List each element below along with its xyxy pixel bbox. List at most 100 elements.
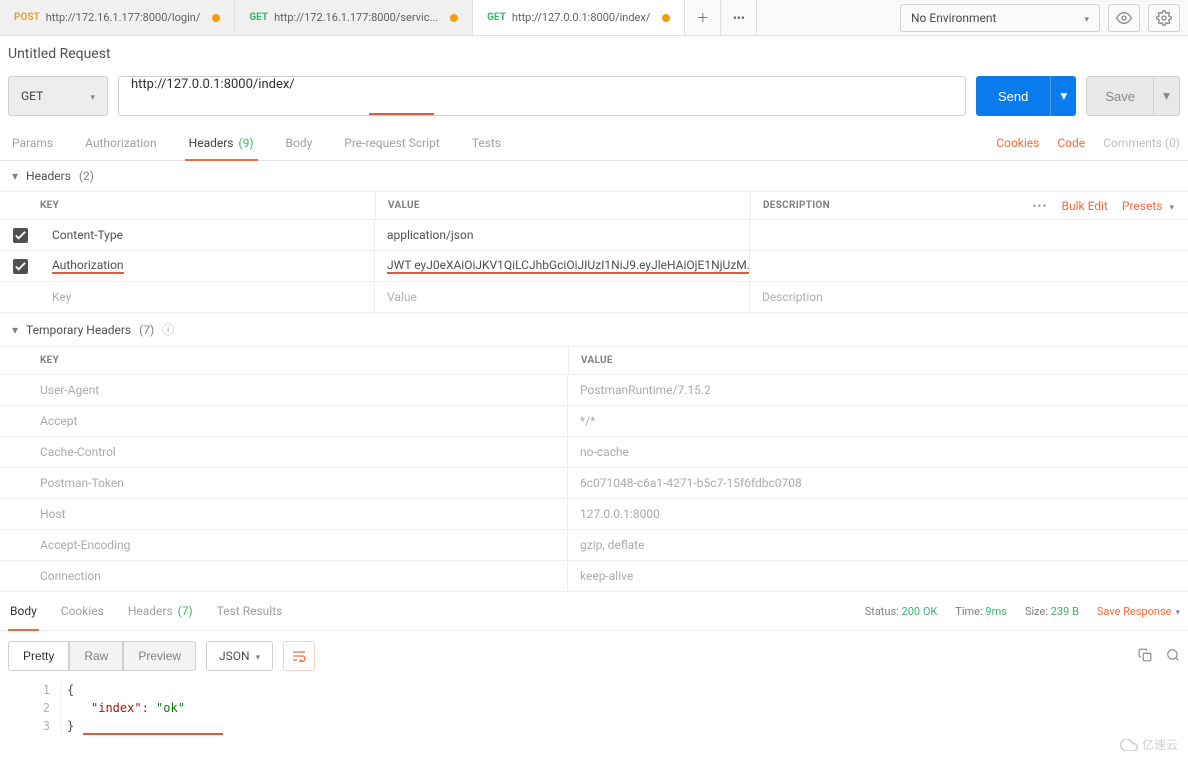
response-meta: Status: 200 OK Time: 9ms Size: 239 B Sav… — [865, 605, 1180, 618]
new-tab-button[interactable]: ＋ — [685, 0, 721, 36]
temp-value: no-cache — [568, 437, 1188, 467]
tab-tests[interactable]: Tests — [468, 126, 505, 160]
column-key: KEY — [0, 192, 375, 219]
tab-prerequest[interactable]: Pre-request Script — [340, 126, 443, 160]
comments-link[interactable]: Comments (0) — [1103, 136, 1180, 150]
mode-preview[interactable]: Preview — [123, 641, 196, 671]
request-tab-1[interactable]: GET http://172.16.1.177:8000/servic... — [235, 0, 473, 35]
request-tab-strip: POST http://172.16.1.177:8000/login/ GET… — [0, 0, 757, 35]
key-input[interactable]: Content-Type — [40, 220, 375, 250]
tab-overflow-button[interactable]: ••• — [721, 0, 757, 36]
url-input[interactable]: http://127.0.0.1:8000/index/ — [118, 76, 966, 116]
method-badge: GET — [487, 12, 506, 23]
save-response-link[interactable]: Save Response — [1097, 605, 1180, 618]
tab-params[interactable]: Params — [8, 126, 57, 160]
mode-pretty[interactable]: Pretty — [8, 641, 69, 671]
temp-header-row: Postman-Token 6c071048-c6a1-4271-b5c7-15… — [0, 468, 1188, 499]
send-dropdown[interactable]: ▾ — [1050, 76, 1076, 116]
unsaved-indicator — [212, 14, 220, 22]
resp-tab-headers[interactable]: Headers (7) — [126, 592, 195, 630]
unsaved-indicator — [450, 14, 458, 22]
row-checkbox[interactable] — [0, 259, 40, 274]
kv-blank-row[interactable]: Key Value Description — [0, 282, 1188, 313]
send-button[interactable]: Send — [976, 76, 1050, 116]
mode-raw[interactable]: Raw — [69, 641, 123, 671]
tab-label: Headers — [189, 136, 234, 150]
environment-quicklook-button[interactable] — [1108, 4, 1140, 32]
chevron-down-icon — [1084, 11, 1089, 25]
kv-row[interactable]: Authorization JWT eyJ0eXAiOiJKV1QiLCJhbG… — [0, 251, 1188, 282]
column-value: VALUE — [375, 192, 750, 219]
environment-select[interactable]: No Environment — [900, 4, 1100, 32]
code-area[interactable]: { "index": "ok" } — [60, 681, 1188, 735]
section-count: (7) — [139, 323, 154, 337]
tab-url: http://172.16.1.177:8000/login/ — [46, 11, 201, 24]
cookies-link[interactable]: Cookies — [996, 136, 1039, 150]
format-select[interactable]: JSON — [206, 641, 273, 671]
response-tools — [1138, 648, 1180, 665]
info-icon[interactable]: ⓘ — [162, 321, 174, 338]
wrap-icon — [291, 650, 307, 662]
chevron-down-icon — [90, 89, 95, 103]
wrap-lines-button[interactable] — [283, 641, 315, 671]
settings-button[interactable] — [1148, 4, 1180, 32]
resp-tab-cookies[interactable]: Cookies — [59, 592, 106, 630]
key-input[interactable]: Key — [40, 282, 375, 312]
request-title[interactable]: Untitled Request — [0, 36, 1188, 70]
request-tab-0[interactable]: POST http://172.16.1.177:8000/login/ — [0, 0, 235, 35]
tab-url: http://127.0.0.1:8000/index/ — [512, 11, 650, 24]
size-value: 239 B — [1051, 605, 1079, 618]
chevron-down-icon — [256, 649, 261, 663]
temp-headers-table-head: KEY VALUE — [0, 347, 1188, 375]
response-body[interactable]: 1 2 3 { "index": "ok" } — [0, 681, 1188, 735]
presets-link[interactable]: Presets — [1122, 199, 1174, 213]
temp-value: 6c071048-c6a1-4271-b5c7-15f6fdbc0708 — [568, 468, 1188, 498]
temp-value: 127.0.0.1:8000 — [568, 499, 1188, 529]
tab-body[interactable]: Body — [282, 126, 317, 160]
temp-key: Accept — [0, 406, 568, 436]
request-tab-2[interactable]: GET http://127.0.0.1:8000/index/ — [473, 0, 685, 35]
temp-header-row: Connection keep-alive — [0, 561, 1188, 592]
temp-header-row: Accept-Encoding gzip, deflate — [0, 530, 1188, 561]
headers-section-header: ▾ Headers (2) — [0, 161, 1188, 192]
copy-button[interactable] — [1138, 648, 1152, 665]
resp-tab-body[interactable]: Body — [8, 592, 39, 630]
method-select[interactable]: GET — [8, 76, 108, 116]
tab-count: (9) — [238, 136, 253, 150]
collapse-toggle[interactable]: ▾ — [12, 323, 18, 337]
collapse-toggle[interactable]: ▾ — [12, 169, 18, 183]
annotation-underline — [83, 733, 223, 735]
temp-key: Connection — [0, 561, 568, 591]
status-label: Status: — [865, 605, 899, 618]
time-label: Time: — [955, 605, 982, 618]
temp-header-row: Host 127.0.0.1:8000 — [0, 499, 1188, 530]
kv-head-actions: ••• Bulk Edit Presets — [1032, 199, 1188, 213]
value-input[interactable]: Value — [375, 282, 750, 312]
bulk-edit-link[interactable]: Bulk Edit — [1062, 199, 1108, 213]
spellcheck-underline — [369, 113, 434, 115]
environment-label: No Environment — [911, 11, 996, 25]
search-button[interactable] — [1166, 648, 1180, 665]
row-checkbox[interactable] — [0, 228, 40, 243]
temp-key: Accept-Encoding — [0, 530, 568, 560]
tab-authorization[interactable]: Authorization — [81, 126, 161, 160]
tab-headers[interactable]: Headers (9) — [185, 126, 258, 160]
kv-row[interactable]: Content-Type application/json — [0, 220, 1188, 251]
time-value: 9ms — [985, 605, 1007, 618]
resp-tab-testresults[interactable]: Test Results — [215, 592, 285, 630]
column-settings-button[interactable]: ••• — [1032, 199, 1047, 213]
save-button[interactable]: Save — [1086, 76, 1154, 116]
save-dropdown[interactable]: ▾ — [1154, 76, 1180, 116]
temp-key: Postman-Token — [0, 468, 568, 498]
chevron-down-icon — [1169, 199, 1174, 213]
value-input[interactable]: application/json — [375, 220, 750, 250]
description-input[interactable]: Description — [750, 282, 1188, 312]
description-input[interactable] — [750, 220, 1188, 250]
value-input[interactable]: JWT eyJ0eXAiOiJKV1QiLCJhbGciOiJIUzI1NiJ9… — [375, 251, 750, 281]
description-input[interactable] — [750, 251, 1188, 281]
size-label: Size: — [1025, 605, 1048, 618]
tab-url: http://172.16.1.177:8000/servic... — [274, 11, 438, 24]
code-link[interactable]: Code — [1057, 136, 1085, 150]
key-input[interactable]: Authorization — [40, 251, 375, 281]
temp-header-row: User-Agent PostmanRuntime/7.15.2 — [0, 375, 1188, 406]
